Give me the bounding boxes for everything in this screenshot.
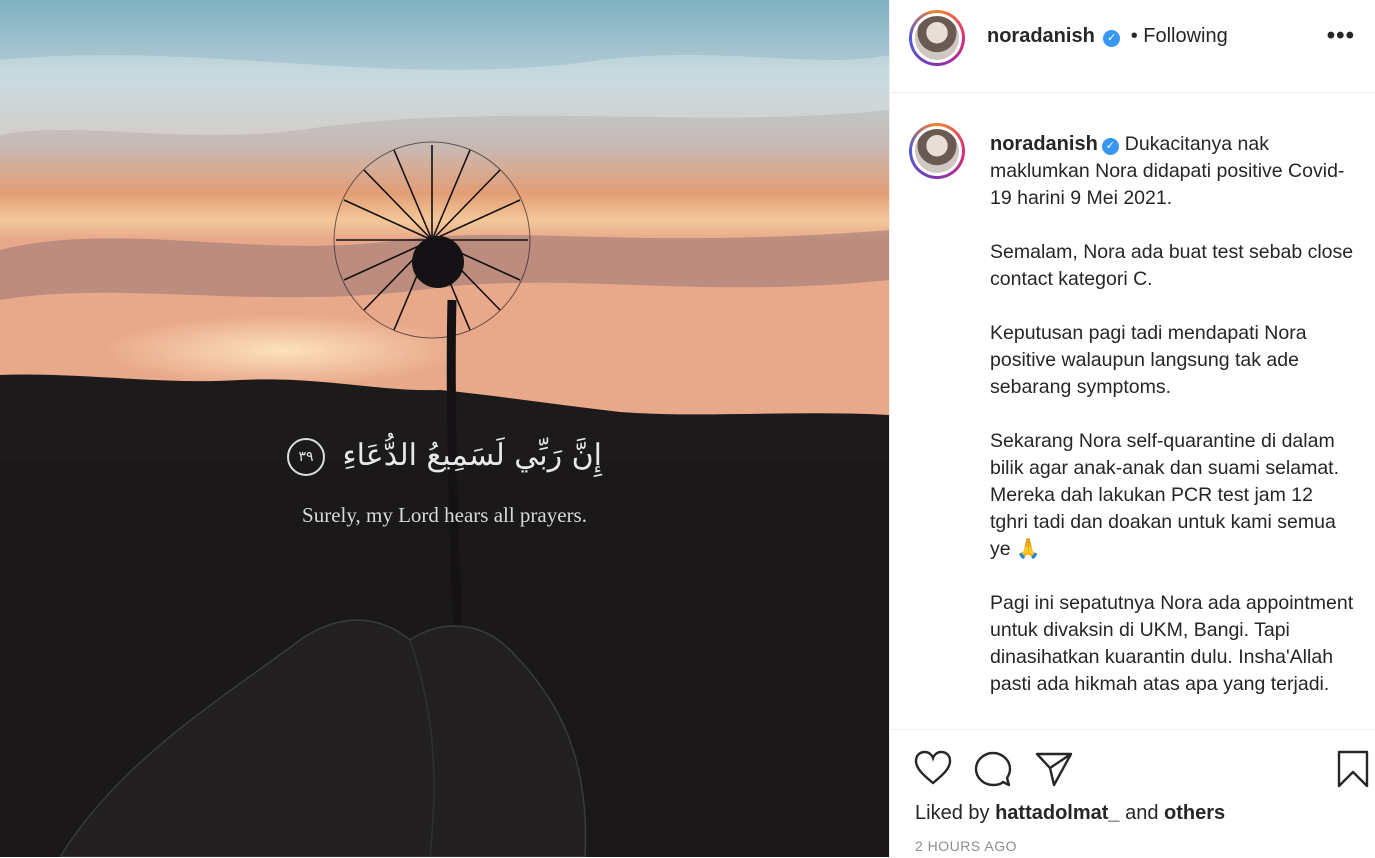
bookmark-icon[interactable] xyxy=(1336,750,1370,788)
avatar-image xyxy=(915,16,959,60)
post-image[interactable]: إِنَّ رَبِّي لَسَمِيعُ الدُّعَاءِ ٣٩ Sur… xyxy=(0,0,889,857)
caption-verified-badge-icon: ✓ xyxy=(1101,138,1119,155)
heart-icon[interactable] xyxy=(914,750,952,786)
comment-icon[interactable] xyxy=(974,750,1012,788)
quote-arabic: إِنَّ رَبِّي لَسَمِيعُ الدُّعَاءِ ٣٩ xyxy=(0,438,889,476)
likes-summary: Liked by hattadolmat_ and others xyxy=(915,802,1225,825)
likes-others-link[interactable]: others xyxy=(1164,802,1225,824)
liked-by-user-link[interactable]: hattadolmat_ xyxy=(995,802,1119,824)
caption: noradanish ✓ Dukacitanya nak maklumkan Nor… xyxy=(990,131,1355,698)
caption-text: Dukacitanya nak maklumkan Nora didapati … xyxy=(990,133,1354,695)
caption-avatar[interactable] xyxy=(909,123,965,179)
caption-scroll-area[interactable]: noradanish ✓ Dukacitanya nak maklumkan Nor… xyxy=(890,93,1375,729)
caption-avatar-image xyxy=(915,129,959,173)
post-timestamp[interactable]: 2 HOURS AGO xyxy=(915,838,1017,854)
following-status[interactable]: • Following xyxy=(1131,25,1228,47)
header-username[interactable]: noradanish xyxy=(987,25,1095,47)
more-options-icon[interactable]: ••• xyxy=(1327,22,1355,50)
quote-arabic-text: إِنَّ رَبِّي لَسَمِيعُ الدُّعَاءِ xyxy=(342,438,602,473)
quote-english: Surely, my Lord hears all prayers. xyxy=(302,503,587,527)
liked-by-label: Liked by xyxy=(915,802,990,824)
caption-username[interactable]: noradanish xyxy=(990,133,1098,155)
sunset-dandelion-photo xyxy=(0,0,889,857)
verified-badge-icon: ✓ xyxy=(1103,30,1121,47)
post-header: noradanish ✓ • Following ••• xyxy=(890,0,1375,93)
post-side-panel: noradanish ✓ • Following ••• noradanish ✓… xyxy=(890,0,1375,857)
ayah-number: ٣٩ xyxy=(287,438,325,476)
likes-connector: and xyxy=(1125,802,1159,824)
avatar[interactable] xyxy=(909,10,965,66)
share-icon[interactable] xyxy=(1034,750,1074,788)
post-actions: Liked by hattadolmat_ and others 2 HOURS… xyxy=(890,729,1375,858)
